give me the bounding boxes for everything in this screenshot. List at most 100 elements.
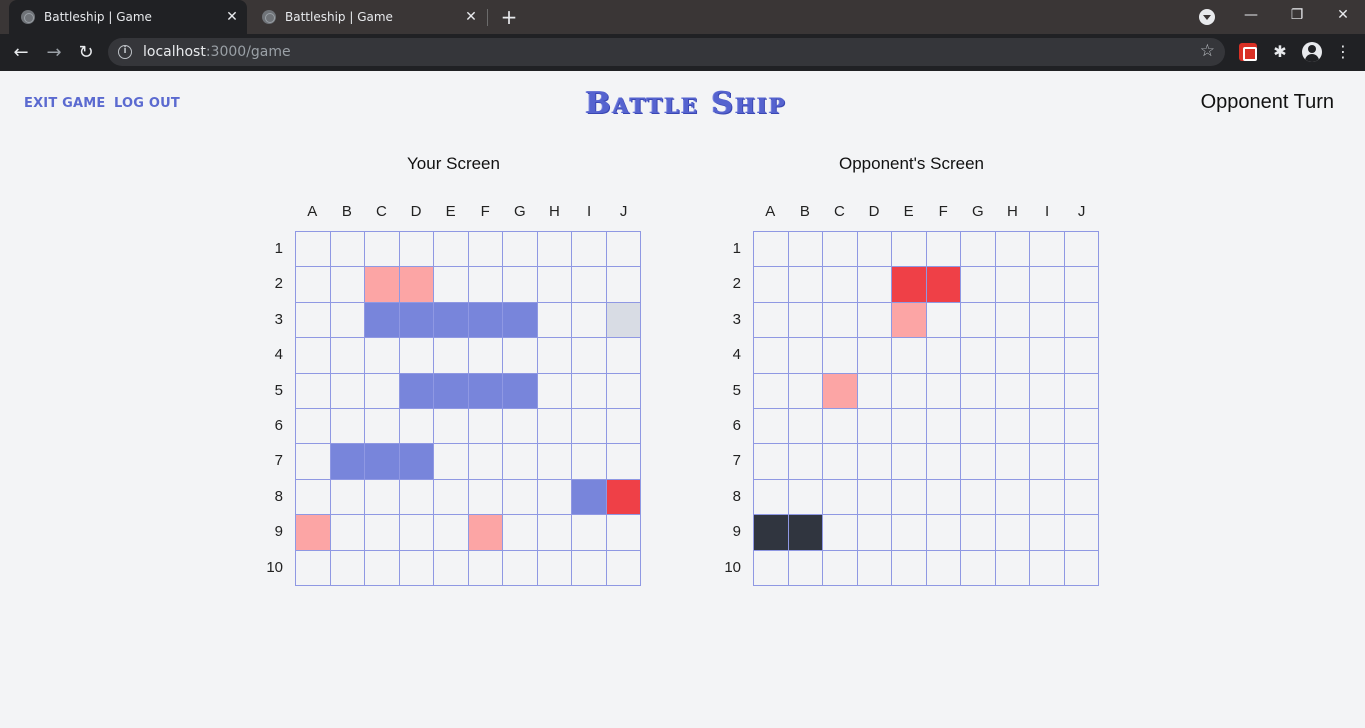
reload-icon[interactable]: ↻ <box>73 40 99 66</box>
grid-cell-h10[interactable] <box>995 550 1030 586</box>
grid-cell-j3[interactable] <box>1064 302 1099 339</box>
grid-cell-b1[interactable] <box>788 232 823 268</box>
grid-cell-b7[interactable] <box>788 444 823 480</box>
grid-cell-i1[interactable] <box>1030 232 1065 268</box>
grid-cell-f3[interactable] <box>926 302 961 339</box>
back-icon[interactable]: ← <box>8 40 34 66</box>
grid-cell-f6[interactable] <box>926 409 961 445</box>
minimize-icon[interactable]: — <box>1228 0 1274 34</box>
grid-cell-e5[interactable] <box>892 373 927 409</box>
close-tab-icon[interactable]: ✕ <box>460 9 482 25</box>
grid-cell-g2[interactable] <box>961 267 996 303</box>
grid-cell-j7[interactable] <box>1064 444 1099 480</box>
close-tab-icon[interactable]: ✕ <box>221 9 243 25</box>
grid-cell-e9[interactable] <box>892 515 927 551</box>
grid-cell-f8[interactable] <box>926 479 961 516</box>
grid-cell-c6[interactable] <box>823 409 858 445</box>
grid-cell-i7[interactable] <box>1030 444 1065 480</box>
grid-cell-g5[interactable] <box>961 373 996 409</box>
grid-cell-h7[interactable] <box>995 444 1030 480</box>
grid-cell-e8[interactable] <box>892 479 927 516</box>
grid-cell-a7[interactable] <box>754 444 789 480</box>
grid-cell-d5[interactable] <box>857 373 892 409</box>
grid-cell-a5[interactable] <box>754 373 789 409</box>
close-window-icon[interactable]: ✕ <box>1320 0 1365 34</box>
grid-cell-g1[interactable] <box>961 232 996 268</box>
grid-cell-g8[interactable] <box>961 479 996 516</box>
grid-cell-h9[interactable] <box>995 515 1030 551</box>
grid-cell-g4[interactable] <box>961 338 996 374</box>
grid-cell-j6[interactable] <box>1064 409 1099 445</box>
grid-cell-b6[interactable] <box>788 409 823 445</box>
grid-cell-a3[interactable] <box>754 302 789 339</box>
grid-cell-d10[interactable] <box>857 550 892 586</box>
grid-cell-d4[interactable] <box>857 338 892 374</box>
grid-cell-j10[interactable] <box>1064 550 1099 586</box>
grid-cell-j1[interactable] <box>1064 232 1099 268</box>
grid-cell-c8[interactable] <box>823 479 858 516</box>
grid-cell-h4[interactable] <box>995 338 1030 374</box>
grid-cell-d3[interactable] <box>857 302 892 339</box>
grid-cell-j9[interactable] <box>1064 515 1099 551</box>
grid-cell-b8[interactable] <box>788 479 823 516</box>
grid-cell-e4[interactable] <box>892 338 927 374</box>
grid-cell-h5[interactable] <box>995 373 1030 409</box>
grid-cell-e7[interactable] <box>892 444 927 480</box>
info-icon[interactable]: i <box>118 45 132 59</box>
grid-cell-g9[interactable] <box>961 515 996 551</box>
profile-avatar-icon[interactable] <box>1302 42 1322 62</box>
grid-cell-h1[interactable] <box>995 232 1030 268</box>
grid-cell-d1[interactable] <box>857 232 892 268</box>
grid-cell-g3[interactable] <box>961 302 996 339</box>
grid-cell-c3[interactable] <box>823 302 858 339</box>
grid-cell-c9[interactable] <box>823 515 858 551</box>
grid-cell-i6[interactable] <box>1030 409 1065 445</box>
grid-cell-d8[interactable] <box>857 479 892 516</box>
grid-cell-c5[interactable] <box>823 373 858 409</box>
exit-game-link[interactable]: EXIT GAME <box>24 96 105 111</box>
extensions-puzzle-icon[interactable]: ✱ <box>1270 40 1290 64</box>
grid-cell-g10[interactable] <box>961 550 996 586</box>
address-bar[interactable]: i localhost:3000/game ☆ <box>108 38 1225 66</box>
grid-cell-h3[interactable] <box>995 302 1030 339</box>
grid-cell-d7[interactable] <box>857 444 892 480</box>
grid-cell-g7[interactable] <box>961 444 996 480</box>
grid-cell-c10[interactable] <box>823 550 858 586</box>
grid-cell-i5[interactable] <box>1030 373 1065 409</box>
grid-cell-a9[interactable] <box>754 515 789 551</box>
grid-cell-a1[interactable] <box>754 232 789 268</box>
grid-cell-d2[interactable] <box>857 267 892 303</box>
grid-cell-c4[interactable] <box>823 338 858 374</box>
bookmark-star-icon[interactable]: ☆ <box>1200 41 1215 61</box>
grid-cell-c2[interactable] <box>823 267 858 303</box>
grid-cell-f9[interactable] <box>926 515 961 551</box>
browser-tab-1[interactable]: Battleship | Game ✕ <box>9 0 247 34</box>
grid-cell-b4[interactable] <box>788 338 823 374</box>
grid-cell-c1[interactable] <box>823 232 858 268</box>
grid-cell-f2[interactable] <box>926 267 961 303</box>
grid-cell-c7[interactable] <box>823 444 858 480</box>
grid-cell-e6[interactable] <box>892 409 927 445</box>
grid-cell-a8[interactable] <box>754 479 789 516</box>
new-tab-icon[interactable]: + <box>498 6 520 28</box>
grid-cell-b5[interactable] <box>788 373 823 409</box>
grid-cell-a4[interactable] <box>754 338 789 374</box>
grid-cell-f4[interactable] <box>926 338 961 374</box>
grid-cell-j4[interactable] <box>1064 338 1099 374</box>
grid-cell-f7[interactable] <box>926 444 961 480</box>
grid-cell-i8[interactable] <box>1030 479 1065 516</box>
grid-cell-e1[interactable] <box>892 232 927 268</box>
grid-cell-h2[interactable] <box>995 267 1030 303</box>
extension-icon[interactable] <box>1239 43 1257 61</box>
grid-cell-e10[interactable] <box>892 550 927 586</box>
grid-cell-a6[interactable] <box>754 409 789 445</box>
grid-cell-i3[interactable] <box>1030 302 1065 339</box>
grid-cell-h6[interactable] <box>995 409 1030 445</box>
grid-cell-e2[interactable] <box>892 267 927 303</box>
grid-cell-b9[interactable] <box>788 515 823 551</box>
grid-cell-j2[interactable] <box>1064 267 1099 303</box>
forward-icon[interactable]: → <box>41 40 67 66</box>
log-out-link[interactable]: LOG OUT <box>114 96 180 111</box>
grid-cell-a10[interactable] <box>754 550 789 586</box>
grid-cell-f1[interactable] <box>926 232 961 268</box>
